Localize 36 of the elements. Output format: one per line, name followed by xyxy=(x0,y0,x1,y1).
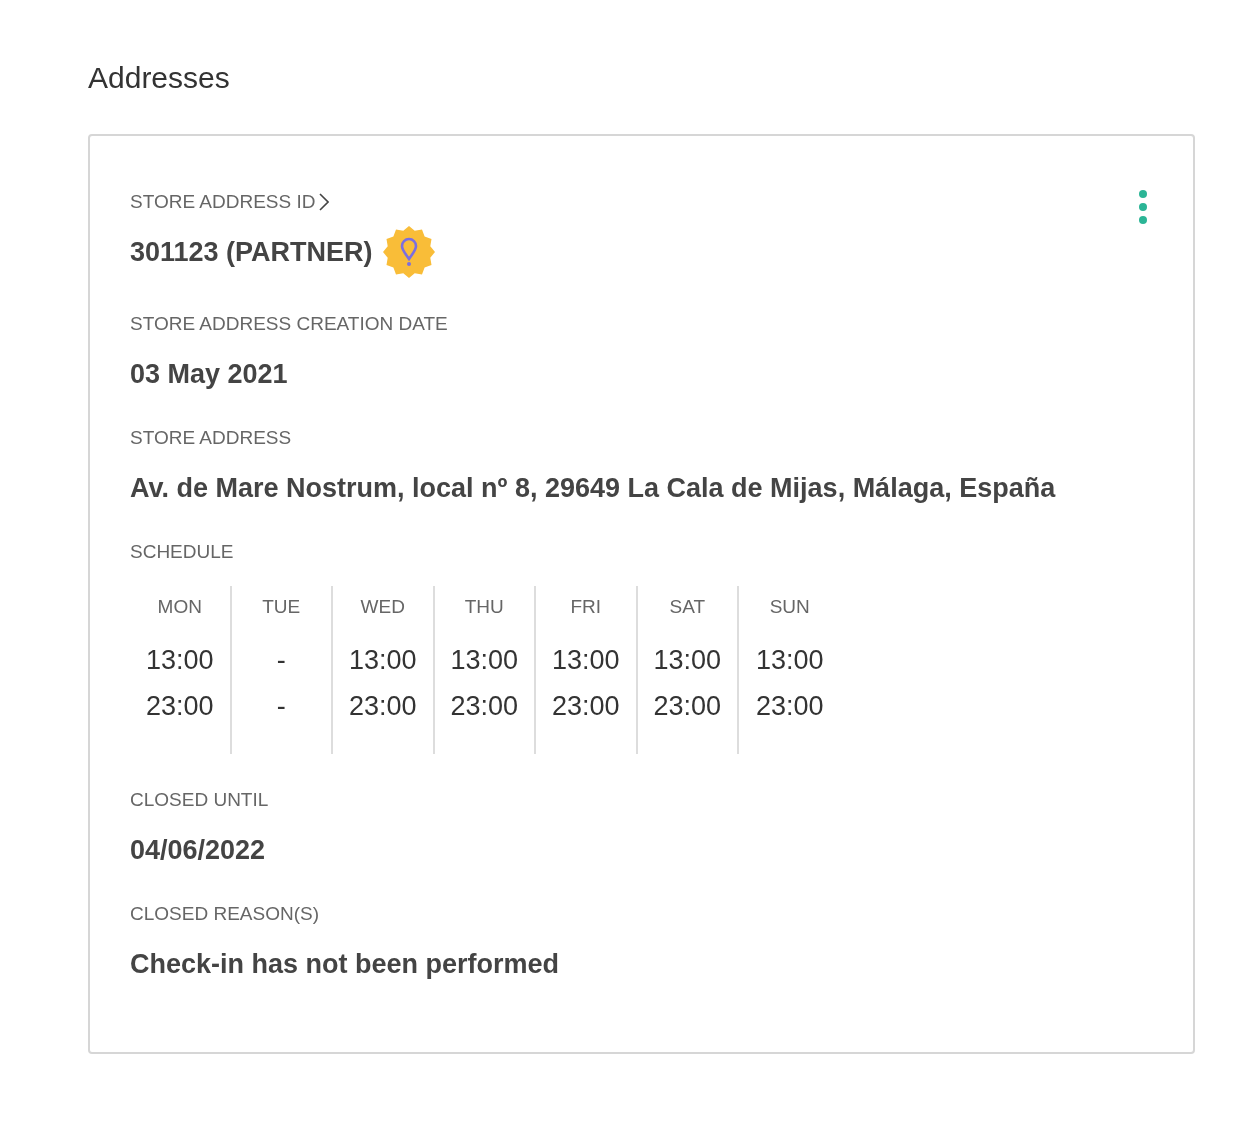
field-label: CLOSED REASON(S) xyxy=(130,902,319,926)
day-header: SAT xyxy=(669,595,705,619)
chevron-right-icon[interactable] xyxy=(319,193,330,211)
opening-time: - xyxy=(276,644,286,677)
day-header: SUN xyxy=(769,595,810,619)
field-label: STORE ADDRESS xyxy=(130,426,292,450)
opening-time: 13:00 xyxy=(551,644,620,677)
closing-time: 23:00 xyxy=(551,690,620,723)
opening-time: 13:00 xyxy=(755,644,824,677)
opening-time: 13:00 xyxy=(348,644,417,677)
closing-time: 23:00 xyxy=(145,690,214,723)
day-header: THU xyxy=(464,595,504,619)
day-header: TUE xyxy=(262,595,301,619)
field-label: STORE ADDRESS CREATION DATE xyxy=(130,312,448,336)
field-value: 301123 (PARTNER) xyxy=(130,236,373,269)
opening-time: 13:00 xyxy=(145,644,214,677)
section-title: Addresses xyxy=(88,60,230,96)
day-header: WED xyxy=(360,595,405,619)
partner-badge-icon xyxy=(382,226,435,278)
closing-time: 23:00 xyxy=(755,690,824,723)
field-value: Check-in has not been performed xyxy=(130,948,560,981)
opening-time: 13:00 xyxy=(450,644,519,677)
closing-time: 23:00 xyxy=(653,690,722,723)
field-value: Av. de Mare Nostrum, local nº 8, 29649 La Cala de Mijas, Málaga, España xyxy=(130,472,1056,505)
opening-time: 13:00 xyxy=(653,644,722,677)
field-label: STORE ADDRESS ID xyxy=(130,190,316,214)
day-header: MON xyxy=(157,595,202,619)
closing-time: - xyxy=(276,690,286,723)
field-label: CLOSED UNTIL xyxy=(130,788,269,812)
field-label: SCHEDULE xyxy=(130,540,234,564)
closing-time: 23:00 xyxy=(450,690,519,723)
more-options-icon[interactable] xyxy=(1139,190,1147,224)
closing-time: 23:00 xyxy=(348,690,417,723)
field-value: 04/06/2022 xyxy=(130,834,266,867)
day-header: FRI xyxy=(570,595,602,619)
field-value: 03 May 2021 xyxy=(130,358,288,391)
